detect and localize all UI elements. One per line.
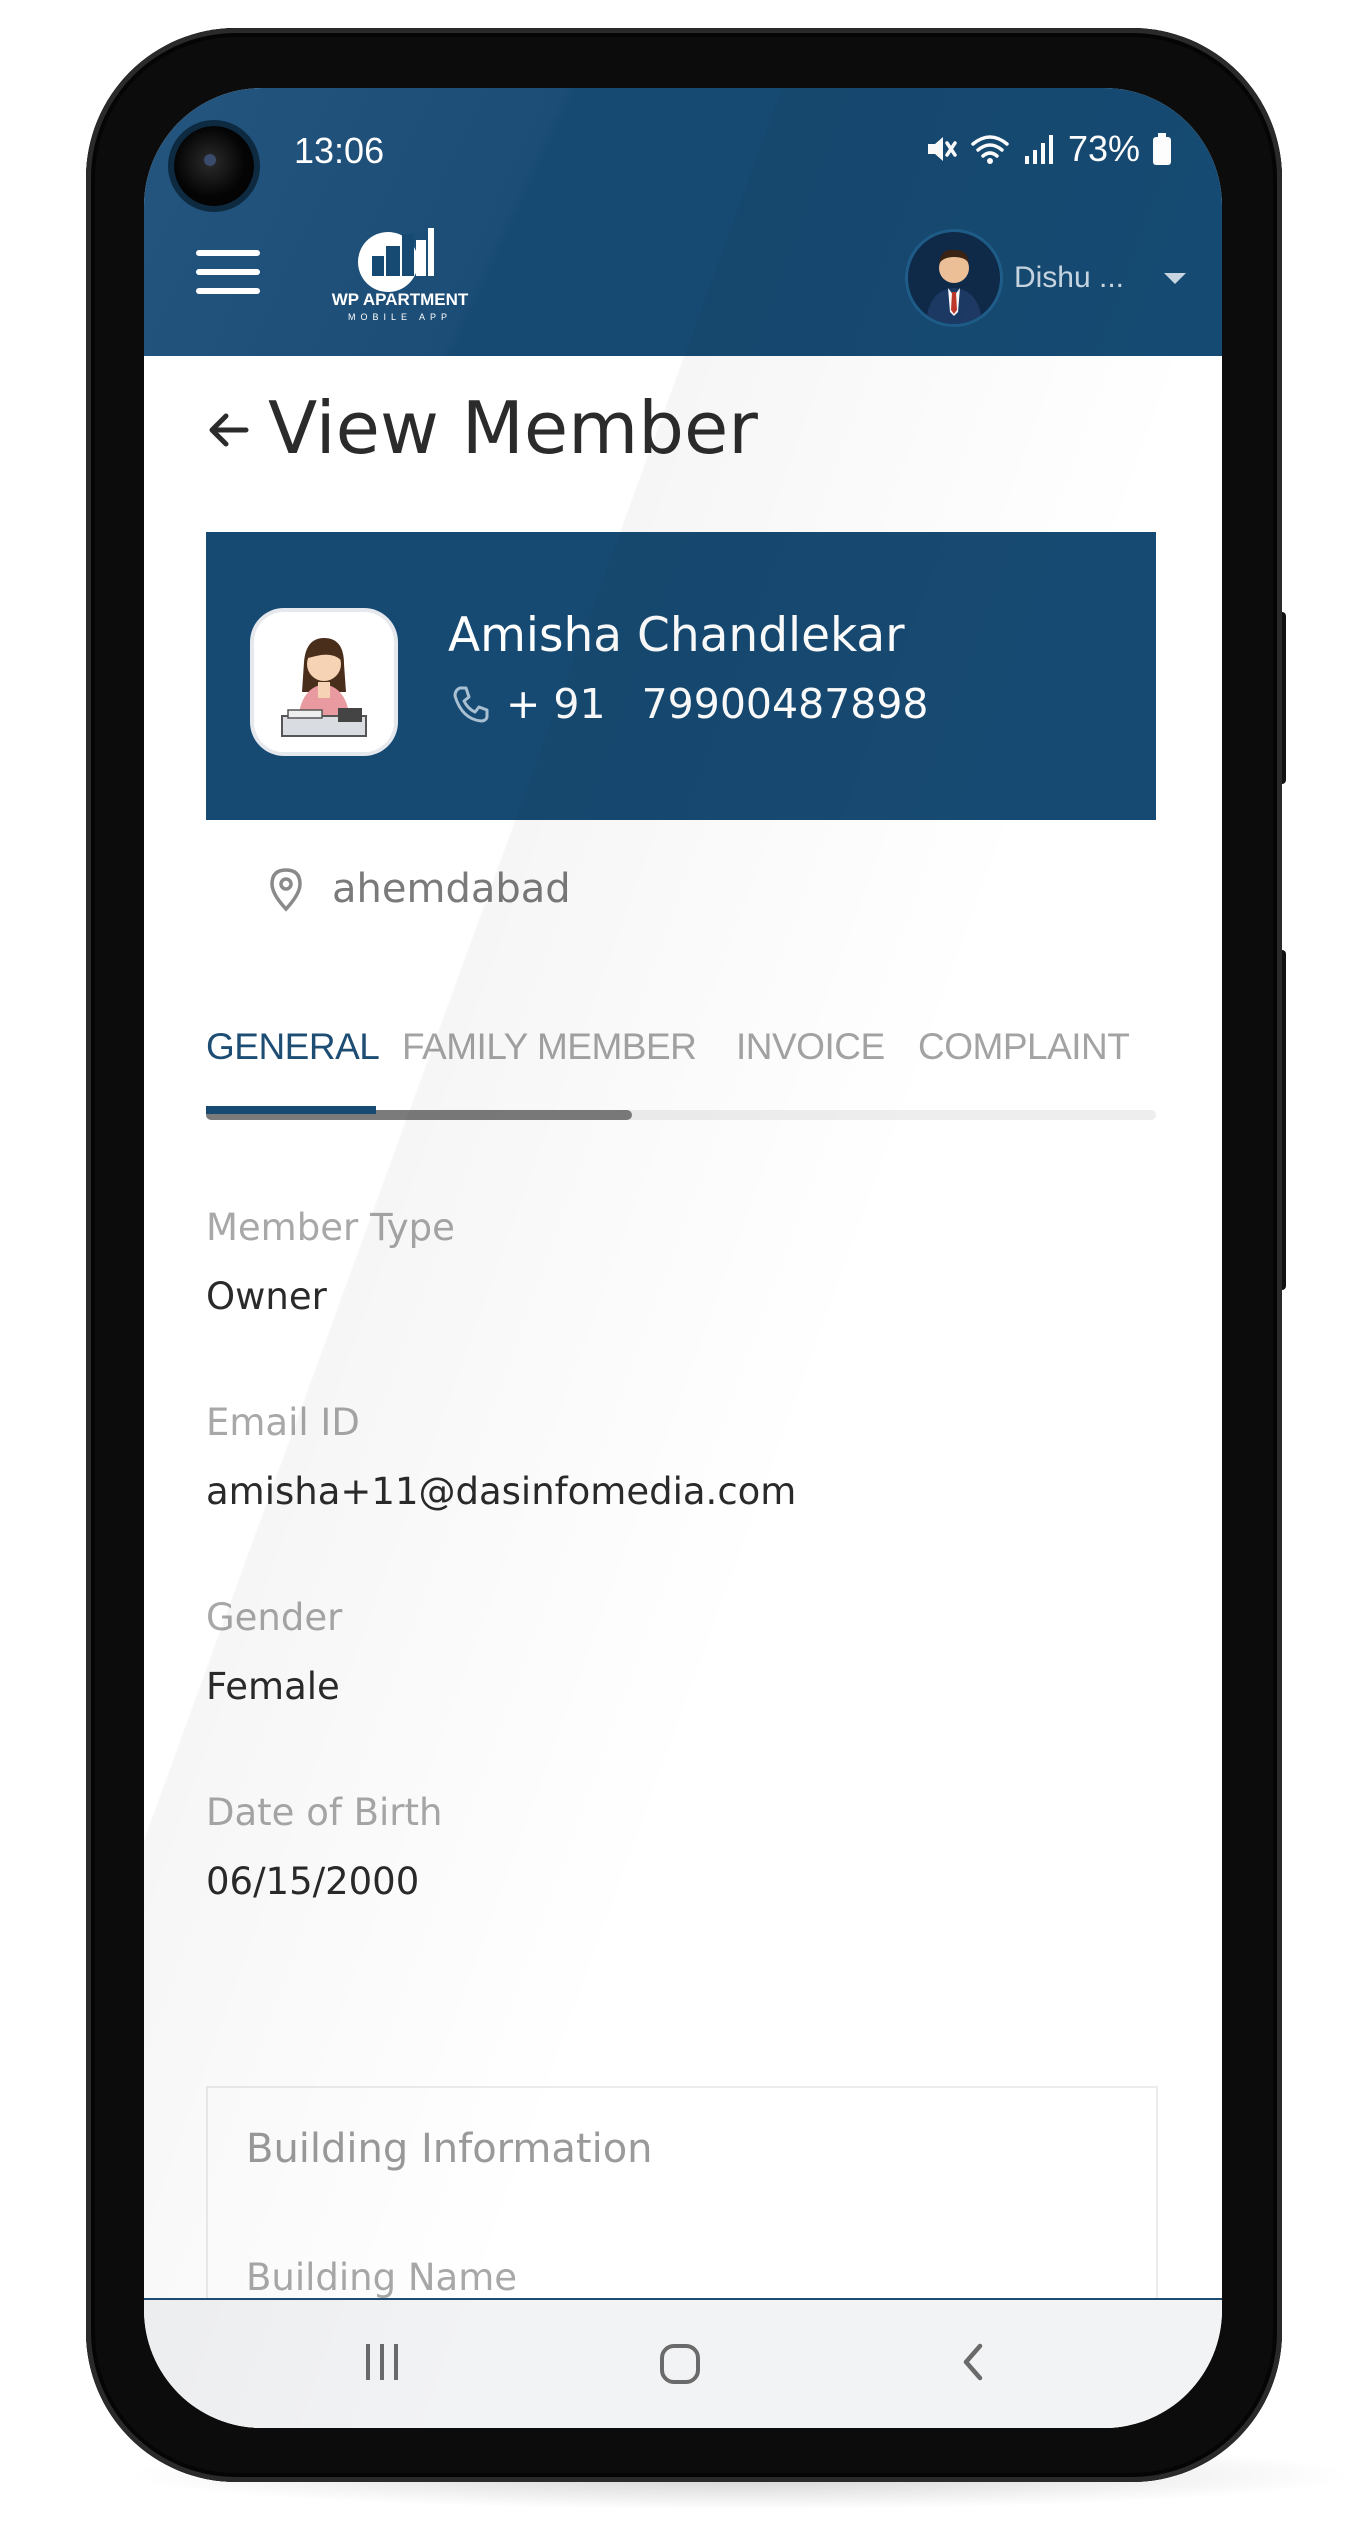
field-email: Email ID amisha+11@dasinfomedia.com [206, 1401, 796, 1513]
profile-avatar [254, 612, 394, 752]
email-value: amisha+11@dasinfomedia.com [206, 1470, 797, 1513]
status-time: 13:06 [294, 130, 385, 171]
tab-general[interactable]: GENERAL [206, 1026, 380, 1068]
page-title-row: View Member [202, 386, 758, 470]
logo-title: WP APARTMENT [331, 290, 469, 309]
page-title: View Member [268, 386, 758, 470]
dob-label: Date of Birth [206, 1791, 443, 1834]
field-gender: Gender Female [206, 1596, 342, 1708]
arrow-left-icon[interactable] [202, 400, 258, 456]
location-row: ahemdabad [266, 866, 571, 912]
gender-label: Gender [206, 1596, 343, 1639]
location-text: ahemdabad [332, 866, 571, 912]
profile-card: Amisha Chandlekar + 91 79900487898 [206, 532, 1156, 820]
app-logo: WP APARTMENT MOBILE APP [330, 226, 470, 336]
caret-down-icon [1164, 272, 1186, 284]
field-member-type: Member Type Owner [206, 1206, 455, 1318]
member-phone: + 91 79900487898 [448, 680, 929, 728]
building-info-title: Building Information [246, 2126, 653, 2172]
member-type-value: Owner [206, 1275, 327, 1318]
recents-icon[interactable] [360, 2340, 404, 2384]
member-type-label: Member Type [206, 1206, 455, 1249]
gender-value: Female [206, 1665, 340, 1708]
phone-country-code: + 91 [506, 680, 606, 728]
logo-subtitle: MOBILE APP [347, 312, 453, 322]
signal-icon [1022, 132, 1056, 166]
user-menu[interactable]: Dishu ... [907, 230, 1186, 326]
building-name-label: Building Name [246, 2256, 518, 2299]
battery-icon [1152, 132, 1172, 166]
member-tabs: GENERAL FAMILY MEMBER INVOICE COMPLAINT [206, 1026, 1156, 1136]
member-name: Amisha Chandlekar [448, 608, 905, 663]
wifi-icon [970, 132, 1010, 166]
system-nav-bar [144, 2298, 1222, 2428]
app-header: 13:06 73% WP APARTMENT MOBILE APP Dishu … [144, 88, 1222, 356]
tab-complaint[interactable]: COMPLAINT [918, 1026, 1130, 1068]
tab-invoice[interactable]: INVOICE [736, 1026, 885, 1068]
active-tab-indicator [206, 1106, 376, 1114]
home-icon[interactable] [656, 2340, 704, 2388]
location-pin-icon [270, 868, 302, 912]
user-name: Dishu ... [1013, 261, 1124, 294]
back-chevron-icon[interactable] [952, 2340, 996, 2384]
mute-icon [924, 132, 958, 166]
phone-number: 79900487898 [641, 680, 929, 728]
phone-icon [453, 686, 489, 723]
hamburger-menu-icon[interactable] [196, 250, 266, 306]
status-icons: 73% [924, 128, 1172, 170]
logo-building-icon [358, 228, 434, 292]
dob-value: 06/15/2000 [206, 1860, 420, 1903]
battery-text: 73% [1067, 128, 1140, 169]
field-dob: Date of Birth 06/15/2000 [206, 1791, 442, 1903]
avatar [907, 232, 1000, 324]
tab-family-member[interactable]: FAMILY MEMBER [402, 1026, 697, 1068]
email-label: Email ID [206, 1401, 360, 1444]
phone-screen: 13:06 73% WP APARTMENT MOBILE APP Dishu … [144, 88, 1222, 2428]
front-camera [174, 126, 254, 206]
